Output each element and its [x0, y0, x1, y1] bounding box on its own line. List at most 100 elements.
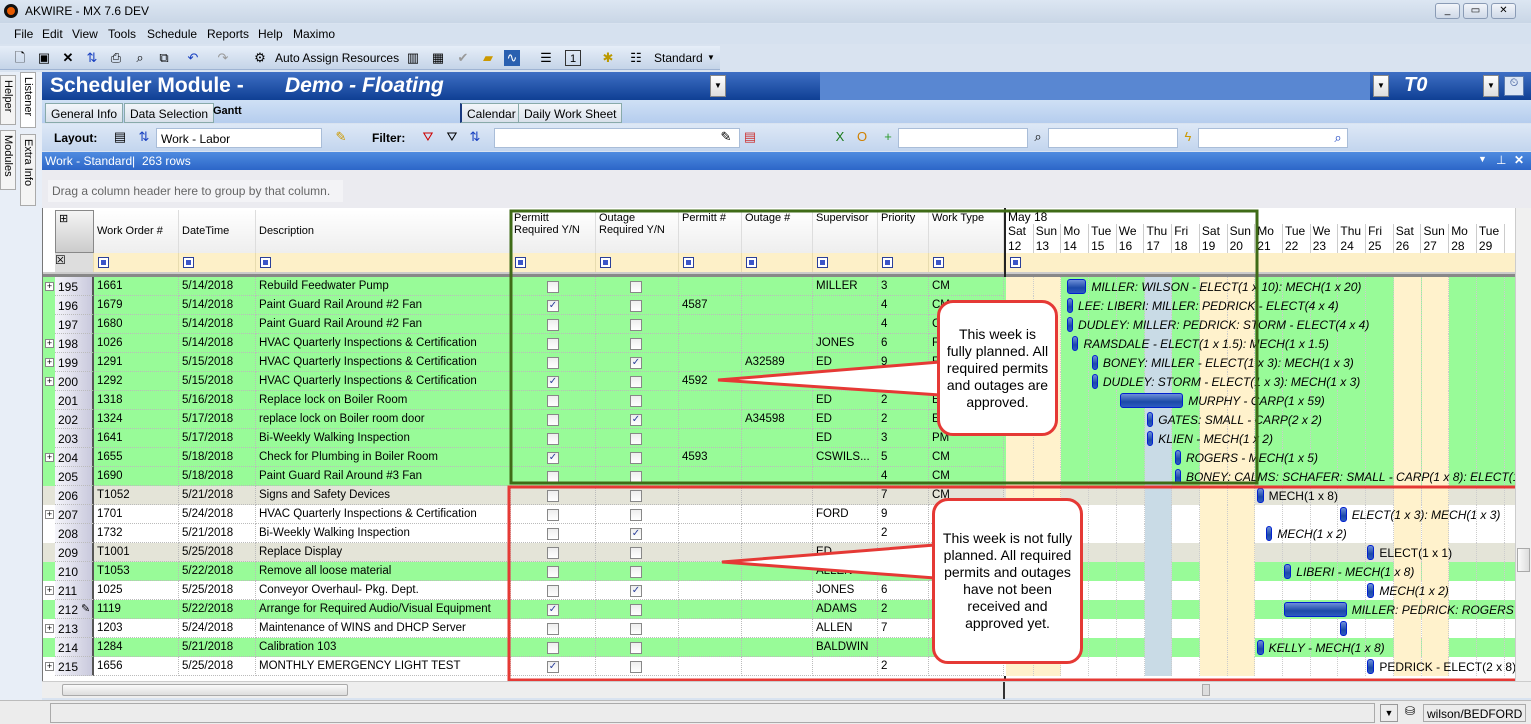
maximize-button[interactable]: ▭ [1463, 3, 1488, 19]
permit-required-checkbox[interactable] [547, 433, 559, 445]
row-number[interactable]: 195 [55, 277, 94, 296]
gantt-bar[interactable] [1174, 469, 1181, 484]
table-row[interactable]: 205 1690 5/18/2018 Paint Guard Rail Around … [43, 467, 1515, 486]
gantt-filter-cell[interactable] [1006, 253, 1515, 272]
permit-required-checkbox[interactable] [547, 642, 559, 654]
row-number[interactable]: 210 [55, 562, 94, 581]
gantt-bar[interactable] [1066, 298, 1073, 313]
splitter[interactable] [1003, 682, 1005, 699]
table-row[interactable]: +195 1661 5/14/2018 Rebuild Feedwater Pump M… [43, 277, 1515, 296]
permit-required-checkbox[interactable]: ✓ [547, 376, 559, 388]
permit-required-checkbox[interactable] [547, 319, 559, 331]
filter-cell-oreq[interactable] [596, 253, 679, 272]
gantt-bar[interactable] [1066, 317, 1073, 332]
cell-oreq[interactable] [596, 600, 679, 619]
outage-required-checkbox[interactable]: ✓ [630, 414, 642, 426]
gantt-bar[interactable] [1367, 659, 1375, 674]
cell-oreq[interactable]: ✓ [596, 410, 679, 429]
table-row[interactable]: +200 1292 5/15/2018 HVAC Quarterly Inspecti… [43, 372, 1515, 391]
menu-file[interactable]: File [14, 27, 33, 41]
table-row[interactable]: +215 1656 5/25/2018 MONTHLY EMERGENCY LIGHT… [43, 657, 1515, 676]
permit-required-checkbox[interactable] [547, 357, 559, 369]
cell-oreq[interactable] [596, 619, 679, 638]
cell-preq[interactable]: ✓ [511, 296, 596, 315]
new-icon[interactable]: 🗋 [12, 50, 28, 66]
filter-cell-date[interactable] [179, 253, 256, 272]
dropdown-icon[interactable]: ▼ [1478, 154, 1487, 164]
expand-row-button[interactable]: + [45, 453, 54, 462]
cell-oreq[interactable] [596, 657, 679, 676]
outage-required-checkbox[interactable] [630, 433, 642, 445]
calendar-day-icon[interactable]: 1 [565, 50, 581, 66]
cell-oreq[interactable]: ✓ [596, 581, 679, 600]
outage-required-checkbox[interactable] [630, 395, 642, 407]
table-row[interactable]: +207 1701 5/24/2018 HVAC Quarterly Inspecti… [43, 505, 1515, 524]
connection-icon[interactable]: ⛁ [1401, 704, 1419, 722]
permit-required-checkbox[interactable]: ✓ [547, 300, 559, 312]
menu-schedule[interactable]: Schedule [147, 27, 197, 41]
selector-dropdown-button[interactable]: ▼ [1373, 75, 1389, 97]
cell-preq[interactable] [511, 638, 596, 657]
gantt-bar[interactable] [1091, 355, 1098, 370]
expand-row-button[interactable]: + [45, 510, 54, 519]
cell-oreq[interactable] [596, 277, 679, 296]
table-row[interactable]: +199 1291 5/15/2018 HVAC Quarterly Inspecti… [43, 353, 1515, 372]
expand-row-button[interactable]: + [45, 586, 54, 595]
gantt-bar[interactable] [1119, 393, 1184, 408]
row-number[interactable]: 209 [55, 543, 94, 562]
gantt-bar[interactable] [1066, 279, 1087, 294]
pin-icon[interactable]: ⊥ [1496, 153, 1506, 167]
search-field-3[interactable] [1198, 128, 1348, 148]
view-icon[interactable]: ☷ [628, 50, 644, 66]
gantt-bar[interactable] [1147, 412, 1154, 427]
table-row[interactable]: 203 1641 5/17/2018 Bi-Weekly Walking Inspec… [43, 429, 1515, 448]
row-number[interactable]: 200 [55, 372, 94, 391]
cell-preq[interactable]: ✓ [511, 600, 596, 619]
cell-oreq[interactable] [596, 467, 679, 486]
outage-required-checkbox[interactable] [630, 566, 642, 578]
print-icon[interactable]: ⎙ [108, 50, 124, 66]
table-row[interactable]: 201 1318 5/16/2018 Replace lock on Boiler R… [43, 391, 1515, 410]
cell-preq[interactable]: ✓ [511, 448, 596, 467]
gantt-bar[interactable] [1256, 640, 1264, 655]
gantt-bar[interactable] [1284, 602, 1347, 617]
cell-preq[interactable]: ✓ [511, 657, 596, 676]
permit-required-checkbox[interactable]: ✓ [547, 452, 559, 464]
module-selector[interactable] [820, 72, 1370, 100]
outage-required-checkbox[interactable]: ✓ [630, 357, 642, 369]
save-icon[interactable]: ▣ [36, 50, 52, 66]
tab-extra-info[interactable]: Extra Info [20, 134, 36, 206]
cell-oreq[interactable] [596, 505, 679, 524]
gantt-bar[interactable] [1339, 621, 1347, 636]
table-row[interactable]: 206 T1052 5/21/2018 Signs and Safety Device… [43, 486, 1515, 505]
permit-required-checkbox[interactable] [547, 395, 559, 407]
cell-preq[interactable] [511, 429, 596, 448]
row-number[interactable]: 207 [55, 505, 94, 524]
auto-assign-icon[interactable]: ⚙ [252, 50, 268, 66]
table-row[interactable]: 210 T1053 5/22/2018 Remove all loose materi… [43, 562, 1515, 581]
table-row[interactable]: 196 1679 5/14/2018 Paint Guard Rail Around … [43, 296, 1515, 315]
lock-icon[interactable]: ▰ [480, 50, 496, 66]
outage-required-checkbox[interactable] [630, 300, 642, 312]
row-number[interactable]: 201 [55, 391, 94, 410]
table-row[interactable]: 212 ✎ 1119 5/22/2018 Arrange for Required Au… [43, 600, 1515, 619]
gantt-bar[interactable] [1174, 450, 1181, 465]
row-number[interactable]: 202 [55, 410, 94, 429]
permit-required-checkbox[interactable] [547, 471, 559, 483]
print-preview-icon[interactable]: ⌕ [132, 50, 148, 66]
cell-oreq[interactable] [596, 391, 679, 410]
outage-required-checkbox[interactable] [630, 376, 642, 388]
column-header-desc[interactable]: Description [256, 210, 511, 253]
cell-preq[interactable] [511, 562, 596, 581]
permit-required-checkbox[interactable]: ✓ [547, 604, 559, 616]
table-row[interactable]: +211 1025 5/25/2018 Conveyor Overhaul- Pkg.… [43, 581, 1515, 600]
column-header-preq[interactable]: Permitt Required Y/N [511, 210, 596, 253]
row-number[interactable]: 203 [55, 429, 94, 448]
list-icon[interactable]: ☰ [538, 50, 554, 66]
gantt-bar[interactable] [1091, 374, 1098, 389]
expand-row-button[interactable]: + [45, 624, 54, 633]
row-number[interactable]: 199 [55, 353, 94, 372]
permit-required-checkbox[interactable]: ✓ [547, 661, 559, 673]
gantt-scroll-thumb[interactable] [1202, 684, 1210, 696]
bug-icon[interactable]: ✱ [600, 50, 616, 66]
